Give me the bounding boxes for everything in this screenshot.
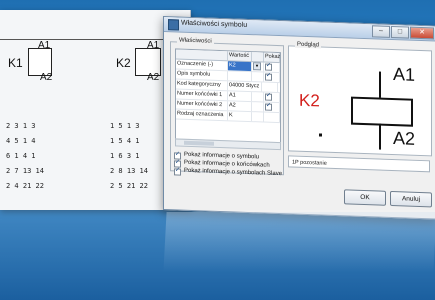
preview-origin-dot — [319, 133, 322, 137]
row-value-input[interactable]: A2 — [228, 101, 252, 112]
contact-row: 2 3 1 3 — [6, 122, 36, 130]
contact-row: 2 5 21 22 — [110, 182, 148, 190]
preview-group-title: Podgląd — [295, 41, 322, 49]
coil-k2-label: K2 — [116, 56, 131, 70]
properties-table: Wartość Pokaż Oznaczenie (-) K2 ▾ Opis s… — [175, 48, 281, 145]
maximize-button[interactable]: □ — [391, 25, 409, 39]
show-checkbox[interactable] — [265, 63, 272, 71]
coil-k2-a1: A1 — [147, 40, 160, 51]
dropdown-arrow-icon[interactable]: ▾ — [253, 62, 261, 71]
column-header-name — [176, 49, 228, 61]
preview-wire-top — [379, 71, 381, 98]
column-header-show: Pokaż — [264, 52, 281, 63]
preview-terminal-bottom: A2 — [393, 128, 416, 149]
show-checkbox[interactable] — [265, 93, 272, 101]
row-value-input[interactable]: K2 — [228, 61, 252, 72]
coil-k1-a1: A1 — [38, 40, 51, 51]
coil-k1-a2: A2 — [40, 72, 53, 83]
row-value-input[interactable]: A1 — [228, 91, 252, 102]
minimize-button[interactable]: – — [372, 25, 390, 38]
coil-k1-label: K1 — [8, 56, 23, 70]
row-value-input[interactable]: K — [228, 111, 252, 122]
column-header-value: Wartość — [228, 51, 252, 62]
row-name: Numer końcówki 1 — [176, 89, 228, 101]
row-name: Opis symbolu — [176, 69, 228, 81]
preview-coil-symbol — [351, 96, 413, 127]
row-name: Kod kategoryczny — [176, 79, 228, 91]
coil-k2-a2: A2 — [147, 72, 160, 83]
contact-row: 2 7 13 14 — [6, 167, 44, 175]
ok-button[interactable]: OK — [344, 189, 386, 206]
contact-row: 1 5 1 3 — [110, 122, 140, 130]
window-controls: – □ ✕ — [372, 25, 434, 40]
cancel-button[interactable]: Anuluj — [390, 190, 432, 208]
symbol-properties-dialog: Właściwości symbolu – □ ✕ Właściwości Wa… — [163, 16, 435, 220]
contact-row: 1 5 4 1 — [110, 137, 140, 145]
row-value-input[interactable]: 04000 Stycz — [228, 81, 262, 92]
dialog-title: Właściwości symbolu — [181, 19, 248, 29]
row-name: Rodzaj oznaczenia — [176, 109, 228, 121]
contact-row: 2 8 13 14 — [110, 167, 148, 175]
contact-row: 4 5 1 4 — [6, 137, 36, 145]
preview-designation: K2 — [299, 90, 320, 111]
contact-row: 6 1 4 1 — [6, 152, 36, 160]
status-field: 1P pozostanie — [288, 155, 430, 173]
show-checkbox[interactable] — [265, 73, 272, 81]
dialog-reflection — [163, 212, 435, 272]
display-options: Pokaż informacje o symbolu Pokaż informa… — [174, 150, 282, 178]
show-checkbox[interactable] — [265, 103, 272, 111]
preview-wire-bottom — [379, 123, 381, 150]
coil-k2-group: K2 A1 A2 — [105, 28, 165, 88]
row-value-input[interactable] — [228, 71, 252, 82]
option-checkbox[interactable] — [174, 167, 181, 176]
properties-group-title: Właściwości — [177, 37, 214, 45]
scrollbar-thumb[interactable] — [184, 140, 214, 146]
contact-row: 2 4 21 22 — [6, 182, 44, 190]
contact-row: 1 6 3 1 — [110, 152, 140, 160]
preview-terminal-top: A1 — [393, 64, 416, 85]
row-name: Numer końcówki 2 — [176, 99, 228, 111]
row-name: Oznaczenie (-) — [176, 59, 228, 71]
preview-group: Podgląd K2 A1 A2 — [288, 41, 432, 157]
close-button[interactable]: ✕ — [410, 26, 434, 40]
app-icon — [168, 19, 179, 31]
